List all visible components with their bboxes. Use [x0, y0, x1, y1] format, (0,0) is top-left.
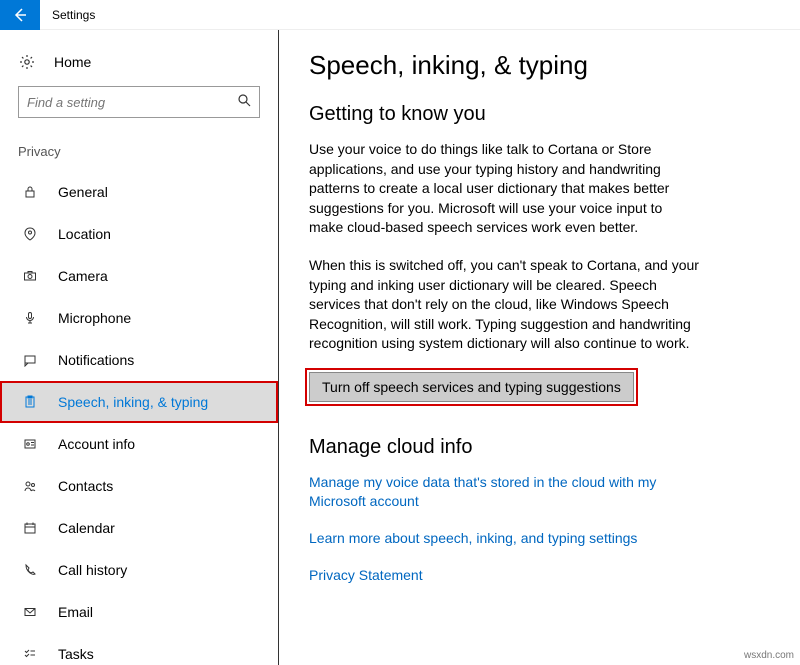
sidebar-item-speech-inking-typing[interactable]: Speech, inking, & typing	[0, 381, 278, 423]
sidebar-item-microphone[interactable]: Microphone	[0, 297, 278, 339]
sidebar-item-calendar[interactable]: Calendar	[0, 507, 278, 549]
nav-label: General	[58, 184, 108, 200]
arrow-left-icon	[12, 7, 28, 23]
sidebar-item-general[interactable]: General	[0, 171, 278, 213]
section-title-getting-to-know-you: Getting to know you	[309, 103, 770, 126]
back-button[interactable]	[0, 0, 40, 30]
location-icon	[22, 227, 38, 241]
sidebar-item-contacts[interactable]: Contacts	[0, 465, 278, 507]
link-manage-voice-data[interactable]: Manage my voice data that's stored in th…	[309, 473, 709, 511]
notifications-icon	[22, 353, 38, 367]
lock-icon	[22, 185, 38, 199]
tasks-icon	[22, 647, 38, 661]
window-title: Settings	[52, 8, 95, 22]
clipboard-icon	[22, 395, 38, 409]
nav-label: Account info	[58, 436, 135, 452]
nav-label: Notifications	[58, 352, 134, 368]
paragraph: When this is switched off, you can't spe…	[309, 256, 699, 354]
sidebar-item-notifications[interactable]: Notifications	[0, 339, 278, 381]
sidebar-item-camera[interactable]: Camera	[0, 255, 278, 297]
microphone-icon	[22, 311, 38, 325]
phone-icon	[22, 563, 38, 577]
home-label: Home	[54, 54, 91, 70]
sidebar-item-email[interactable]: Email	[0, 591, 278, 633]
titlebar: Settings	[0, 0, 800, 30]
search-field[interactable]	[27, 95, 227, 110]
sidebar: Home Privacy General Location Camera Mic…	[0, 30, 279, 665]
nav-label: Location	[58, 226, 111, 242]
home-button[interactable]: Home	[0, 54, 278, 86]
nav-label: Camera	[58, 268, 108, 284]
sidebar-item-location[interactable]: Location	[0, 213, 278, 255]
nav-label: Calendar	[58, 520, 115, 536]
nav-label: Microphone	[58, 310, 131, 326]
page-title: Speech, inking, & typing	[309, 50, 770, 81]
group-header: Privacy	[0, 144, 278, 171]
section-title-manage-cloud-info: Manage cloud info	[309, 436, 770, 459]
nav-label: Call history	[58, 562, 127, 578]
search-icon	[237, 93, 251, 112]
sidebar-item-account-info[interactable]: Account info	[0, 423, 278, 465]
sidebar-item-call-history[interactable]: Call history	[0, 549, 278, 591]
gear-icon	[18, 54, 36, 70]
account-icon	[22, 437, 38, 451]
nav-label: Contacts	[58, 478, 113, 494]
search-input[interactable]	[18, 86, 260, 118]
link-learn-more[interactable]: Learn more about speech, inking, and typ…	[309, 529, 709, 548]
link-privacy-statement[interactable]: Privacy Statement	[309, 566, 709, 585]
calendar-icon	[22, 521, 38, 535]
camera-icon	[22, 269, 38, 283]
contacts-icon	[22, 479, 38, 493]
sidebar-item-tasks[interactable]: Tasks	[0, 633, 278, 665]
nav-label: Email	[58, 604, 93, 620]
email-icon	[22, 605, 38, 619]
content-area: Speech, inking, & typing Getting to know…	[279, 30, 800, 665]
turn-off-button[interactable]: Turn off speech services and typing sugg…	[309, 372, 634, 402]
nav-label: Tasks	[58, 646, 94, 662]
nav-label: Speech, inking, & typing	[58, 394, 208, 410]
paragraph: Use your voice to do things like talk to…	[309, 140, 699, 238]
watermark: wsxdn.com	[744, 650, 794, 661]
